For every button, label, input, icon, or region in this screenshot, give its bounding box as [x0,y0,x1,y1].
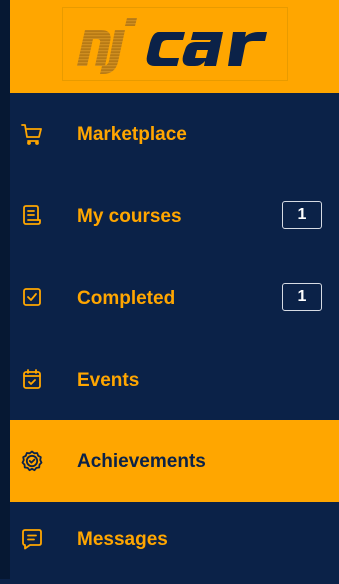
logo-graphic [77,18,267,74]
sidebar-header [10,0,339,93]
sidebar-item-label: My courses [77,206,182,227]
calendar-check-icon [23,369,41,389]
brand-logo[interactable] [62,7,288,81]
sidebar-item-label: Completed [77,288,176,309]
sidebar-item-marketplace[interactable]: Marketplace [10,93,339,175]
sidebar-item-my-courses[interactable]: My courses 1 [10,175,339,257]
sidebar-item-completed[interactable]: Completed 1 [10,257,339,339]
badge-check-icon [21,450,43,472]
sidebar-item-events[interactable]: Events [10,339,339,421]
message-icon [22,529,42,550]
sidebar-item-label: Marketplace [77,124,187,145]
sidebar-item-label: Achievements [77,451,206,472]
sidebar-edge [0,0,10,579]
shopping-cart-icon [21,124,42,145]
sidebar-item-label: Events [77,370,140,391]
sidebar-item-achievements[interactable]: Achievements [10,420,339,502]
count-badge: 1 [282,283,322,311]
count-badge: 1 [282,201,322,229]
checkbox-icon [23,288,41,306]
sidebar-item-label: Messages [77,529,168,550]
sidebar-item-messages[interactable]: Messages [10,502,339,584]
document-icon [23,205,41,225]
